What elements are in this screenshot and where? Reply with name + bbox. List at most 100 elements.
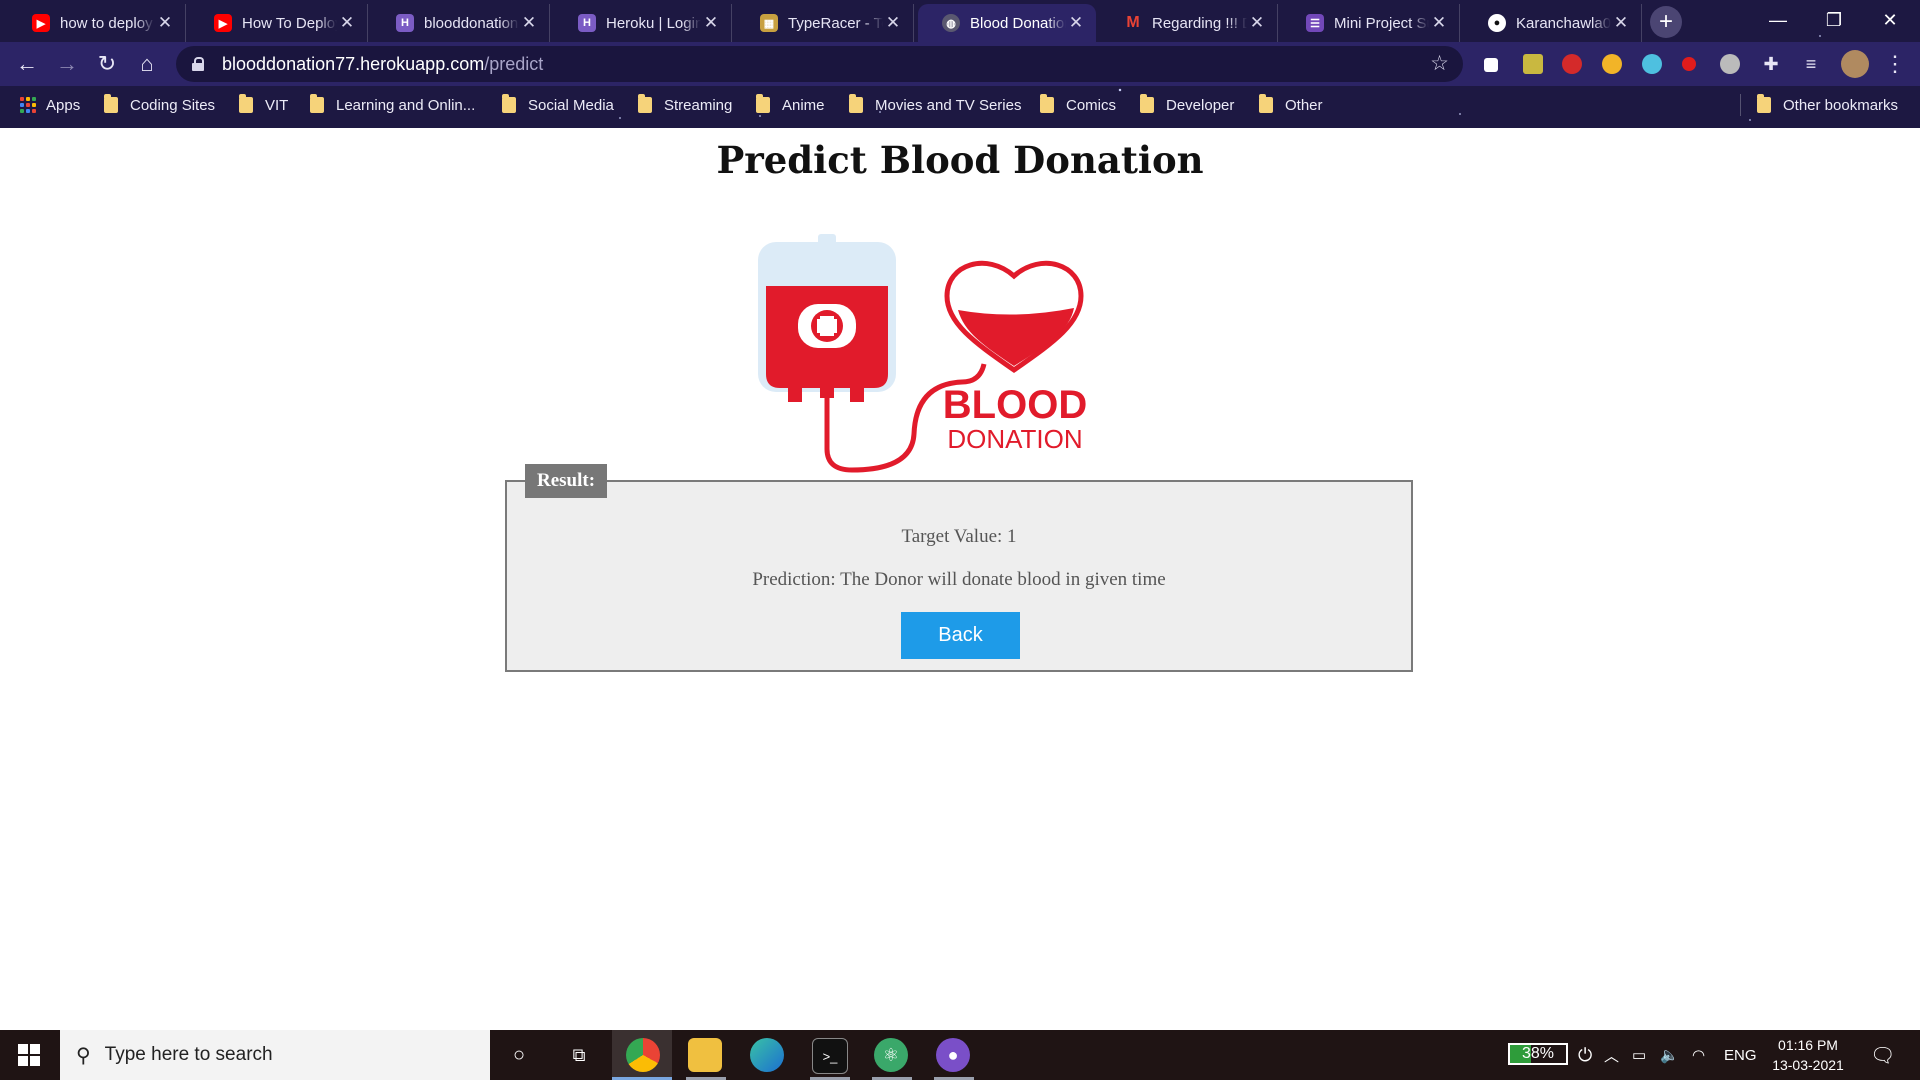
bookmark-label: VIT — [265, 96, 289, 114]
tab-2[interactable]: H blooddonation ✕ — [372, 4, 550, 42]
github-desktop-icon[interactable]: ● — [936, 1038, 970, 1072]
task-view-icon[interactable]: ⧉ — [562, 1038, 596, 1072]
bookmark-folder[interactable]: Learning and Onlin... — [310, 94, 475, 116]
url-text: blooddonation77.herokuapp.com/predict — [222, 54, 543, 75]
clock[interactable]: 01:16 PM 13-03-2021 — [1760, 1035, 1856, 1075]
bookmark-folder[interactable]: Developer — [1140, 94, 1234, 116]
bookmark-folder[interactable]: Coding Sites — [104, 94, 215, 116]
tab-title: Blood Donation — [970, 14, 1066, 32]
browser-chrome: ▶ how to deploy ✕ ▶ How To Deploy ✕ H bl… — [0, 0, 1920, 128]
menu-kebab-icon[interactable]: ⋮ — [1880, 49, 1910, 79]
folder-icon — [104, 94, 118, 113]
taskbar-search-box[interactable]: ⚲ Type here to search — [60, 1030, 490, 1080]
extension-pen-icon[interactable] — [1484, 58, 1498, 72]
globe-icon: ◍ — [942, 14, 960, 32]
windows-start-icon[interactable] — [18, 1044, 40, 1066]
file-explorer-icon[interactable] — [688, 1038, 722, 1072]
url-path: /predict — [484, 53, 544, 74]
language-indicator[interactable]: ENG — [1724, 1030, 1757, 1080]
home-icon[interactable]: ⌂ — [132, 49, 162, 79]
extension-icon[interactable] — [1642, 54, 1662, 74]
close-tab-icon[interactable]: ✕ — [1429, 13, 1449, 33]
new-tab-button[interactable]: + — [1650, 6, 1682, 38]
bookmark-folder[interactable]: Comics — [1040, 94, 1116, 116]
cortana-icon[interactable]: ○ — [502, 1038, 536, 1072]
cross-h — [817, 319, 837, 333]
target-value-text: Target Value: 1 — [901, 526, 1017, 547]
tab-0[interactable]: ▶ how to deploy ✕ — [8, 4, 186, 42]
close-tab-icon[interactable]: ✕ — [1247, 13, 1267, 33]
battery-indicator[interactable]: 38% — [1508, 1043, 1568, 1065]
reload-icon[interactable]: ↻ — [92, 49, 122, 79]
close-window-icon[interactable]: ✕ — [1862, 4, 1918, 36]
extension-icon[interactable] — [1720, 54, 1740, 74]
prediction-text: Prediction: The Donor will donate blood … — [752, 569, 1166, 590]
tab-title: Regarding !!! D — [1152, 14, 1247, 32]
bookmark-label: Other — [1285, 96, 1323, 114]
chevron-up-icon[interactable]: ︿ — [1604, 1030, 1619, 1080]
minimize-icon[interactable]: — — [1750, 4, 1806, 36]
extension-icon[interactable] — [1602, 54, 1622, 74]
bookmark-apps[interactable]: Apps — [20, 94, 80, 116]
browser-toolbar: ← → ↻ ⌂ blooddonation77.herokuapp.com/pr… — [0, 42, 1920, 86]
volume-icon[interactable]: 🔈 — [1660, 1030, 1679, 1080]
close-tab-icon[interactable]: ✕ — [883, 13, 903, 33]
folder-icon — [756, 94, 770, 113]
atom-icon[interactable]: ⚛ — [874, 1038, 908, 1072]
result-legend: Result: — [525, 464, 608, 498]
tab-title: Heroku | Login — [606, 14, 701, 32]
bookmark-label: Apps — [46, 96, 81, 114]
terminal-icon[interactable]: >_ — [812, 1038, 848, 1074]
heroku-icon: H — [396, 14, 414, 32]
puzzle-extensions-icon[interactable]: ✚ — [1756, 49, 1786, 79]
media-queue-icon[interactable]: ≡ — [1796, 49, 1826, 79]
restore-icon[interactable]: ❐ — [1806, 4, 1862, 36]
close-tab-icon[interactable]: ✕ — [1066, 13, 1086, 33]
other-bookmarks[interactable]: Other bookmarks — [1740, 94, 1898, 116]
folder-icon — [1757, 94, 1771, 113]
address-bar[interactable]: blooddonation77.herokuapp.com/predict ☆ — [176, 46, 1463, 82]
gmail-icon: M — [1126, 14, 1140, 31]
back-button[interactable]: Back — [901, 612, 1020, 659]
tab-7[interactable]: ☰ Mini Project Su ✕ — [1282, 4, 1460, 42]
bookmark-folder[interactable]: Movies and TV Series — [849, 94, 1021, 116]
extension-icon[interactable] — [1682, 57, 1696, 71]
forward-arrow-icon[interactable]: → — [52, 49, 82, 79]
battery-icon[interactable]: ▭ — [1632, 1030, 1646, 1080]
bookmark-label: Anime — [782, 96, 825, 114]
extension-icon[interactable] — [1523, 54, 1543, 74]
folder-icon — [1140, 94, 1154, 113]
tab-3[interactable]: H Heroku | Login ✕ — [554, 4, 732, 42]
close-tab-icon[interactable]: ✕ — [337, 13, 357, 33]
bookmark-label: Learning and Onlin... — [336, 96, 476, 114]
close-tab-icon[interactable]: ✕ — [1611, 13, 1631, 33]
plug-icon[interactable]: ⏻ — [1578, 1030, 1592, 1080]
bookmark-label: Coding Sites — [130, 96, 216, 114]
blood-donation-logo: BLOOD DONATION — [758, 234, 1087, 473]
bookmark-folder[interactable]: Other — [1259, 94, 1323, 116]
bookmark-star-icon[interactable]: ☆ — [1430, 51, 1449, 76]
tab-title: Karanchawla04 — [1516, 14, 1611, 32]
bookmark-folder[interactable]: VIT — [239, 94, 288, 116]
chrome-icon[interactable] — [626, 1038, 660, 1072]
bag-port — [820, 388, 834, 398]
avatar[interactable] — [1841, 50, 1869, 78]
bookmark-folder[interactable]: Anime — [756, 94, 825, 116]
tab-1[interactable]: ▶ How To Deploy ✕ — [190, 4, 368, 42]
wifi-icon[interactable]: ◠ — [1692, 1030, 1705, 1080]
tab-8[interactable]: ● Karanchawla04 ✕ — [1464, 4, 1642, 42]
tab-4[interactable]: ▦ TypeRacer - Te ✕ — [736, 4, 914, 42]
notifications-icon[interactable]: 🗨 — [1870, 1030, 1895, 1080]
bookmark-folder[interactable]: Social Media — [502, 94, 614, 116]
close-tab-icon[interactable]: ✕ — [155, 13, 175, 33]
close-tab-icon[interactable]: ✕ — [701, 13, 721, 33]
tab-6[interactable]: M Regarding !!! D ✕ — [1100, 4, 1278, 42]
close-tab-icon[interactable]: ✕ — [519, 13, 539, 33]
edge-icon[interactable] — [750, 1038, 784, 1072]
extension-icon[interactable] — [1562, 54, 1582, 74]
heroku-icon: H — [578, 14, 596, 32]
bookmark-folder[interactable]: Streaming — [638, 94, 732, 116]
folder-icon — [1040, 94, 1054, 113]
back-arrow-icon[interactable]: ← — [12, 49, 42, 79]
tab-5-active[interactable]: ◍ Blood Donation ✕ — [918, 4, 1096, 42]
